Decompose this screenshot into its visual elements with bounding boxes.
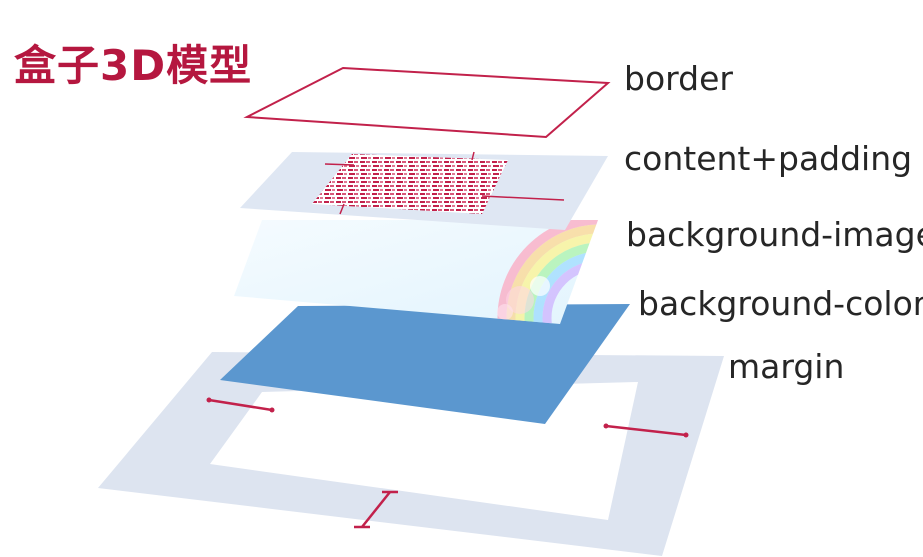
background-color-label: background-color xyxy=(638,284,923,323)
background-image-label: background-image xyxy=(626,215,923,254)
background-color-layer xyxy=(220,304,630,424)
content-padding-label: content+padding xyxy=(624,139,912,178)
slide-canvas: 盒子3D模型 border content+padding background… xyxy=(0,0,923,557)
content-padding-layer xyxy=(240,151,608,230)
border-layer xyxy=(243,66,611,139)
border-outline xyxy=(243,66,611,139)
padding-indicator-left xyxy=(324,163,355,166)
box-model-3d-diagram: border content+padding background-image … xyxy=(98,59,923,556)
background-color-plane xyxy=(220,304,630,424)
border-label: border xyxy=(624,59,733,98)
margin-label: margin xyxy=(728,347,844,386)
